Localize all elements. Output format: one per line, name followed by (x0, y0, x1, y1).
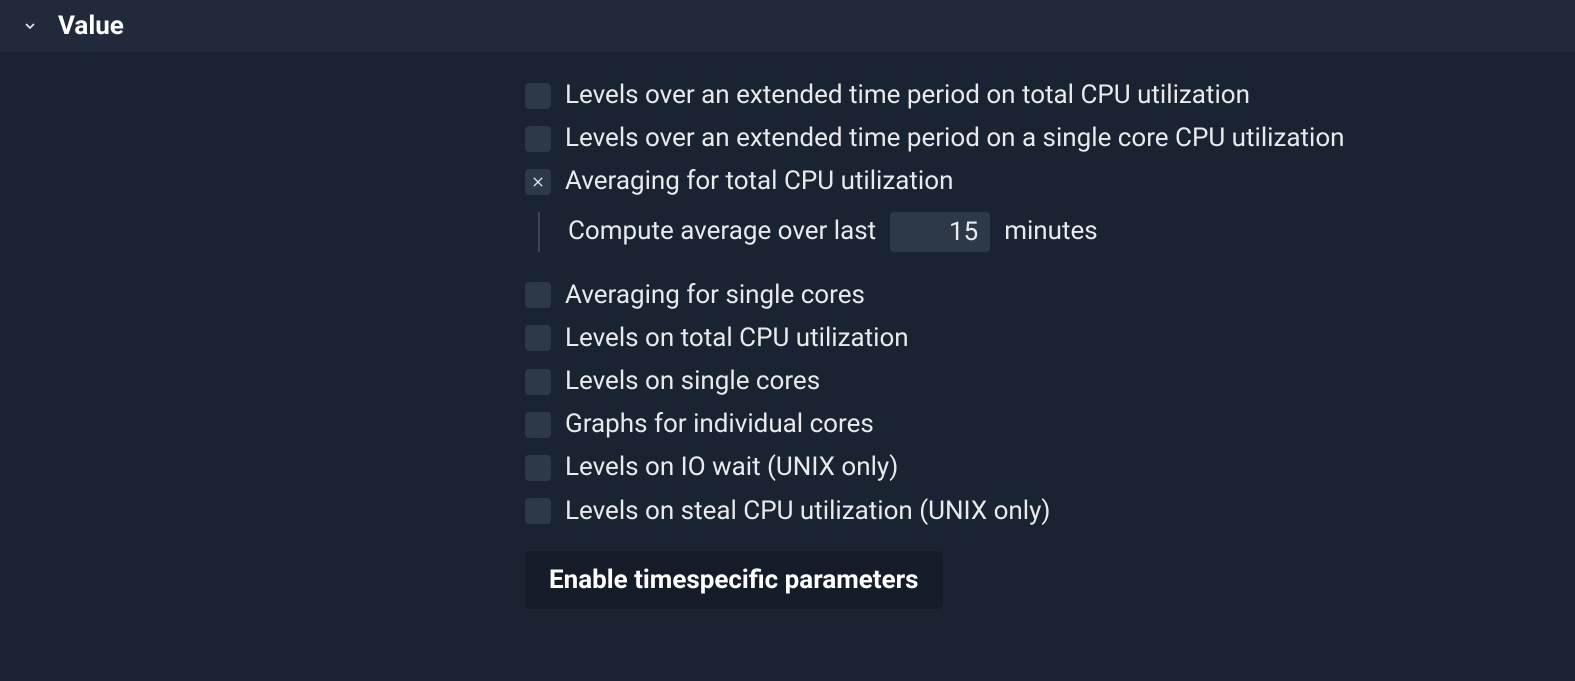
checkbox-avg-single[interactable] (525, 282, 551, 308)
checkbox-levels-total[interactable] (525, 325, 551, 351)
checkbox-levels-steal[interactable] (525, 498, 551, 524)
section-title: Value (58, 11, 124, 41)
checkbox-levels-iowait[interactable] (525, 455, 551, 481)
option-extended-single: Levels over an extended time period on a… (525, 123, 1575, 154)
avg-total-sub-suffix: minutes (1004, 216, 1098, 247)
option-avg-single: Averaging for single cores (525, 280, 1575, 311)
avg-total-minutes-input[interactable] (890, 212, 990, 252)
checkbox-extended-total[interactable] (525, 83, 551, 109)
chevron-down-icon (20, 16, 40, 36)
option-avg-total: Averaging for total CPU utilization (525, 166, 1575, 197)
close-icon (530, 174, 546, 190)
label-extended-single: Levels over an extended time period on a… (565, 123, 1345, 154)
checkbox-graphs-individual[interactable] (525, 412, 551, 438)
enable-timespecific-button[interactable]: Enable timespecific parameters (525, 551, 943, 609)
option-levels-steal: Levels on steal CPU utilization (UNIX on… (525, 496, 1575, 527)
option-levels-iowait: Levels on IO wait (UNIX only) (525, 452, 1575, 483)
label-levels-iowait: Levels on IO wait (UNIX only) (565, 452, 898, 483)
avg-total-sub: Compute average over last minutes (538, 212, 1575, 252)
checkbox-extended-single[interactable] (525, 126, 551, 152)
value-content: Levels over an extended time period on t… (0, 52, 1575, 609)
option-graphs-individual: Graphs for individual cores (525, 409, 1575, 440)
label-levels-steal: Levels on steal CPU utilization (UNIX on… (565, 496, 1050, 527)
checkbox-levels-single[interactable] (525, 369, 551, 395)
label-graphs-individual: Graphs for individual cores (565, 409, 874, 440)
label-avg-single: Averaging for single cores (565, 280, 865, 311)
label-levels-total: Levels on total CPU utilization (565, 323, 909, 354)
option-levels-total: Levels on total CPU utilization (525, 323, 1575, 354)
label-avg-total: Averaging for total CPU utilization (565, 166, 953, 197)
option-levels-single: Levels on single cores (525, 366, 1575, 397)
option-extended-total: Levels over an extended time period on t… (525, 80, 1575, 111)
label-levels-single: Levels on single cores (565, 366, 820, 397)
section-header[interactable]: Value (0, 0, 1575, 52)
label-extended-total: Levels over an extended time period on t… (565, 80, 1250, 111)
avg-total-sub-prefix: Compute average over last (568, 216, 876, 247)
checkbox-avg-total[interactable] (525, 169, 551, 195)
